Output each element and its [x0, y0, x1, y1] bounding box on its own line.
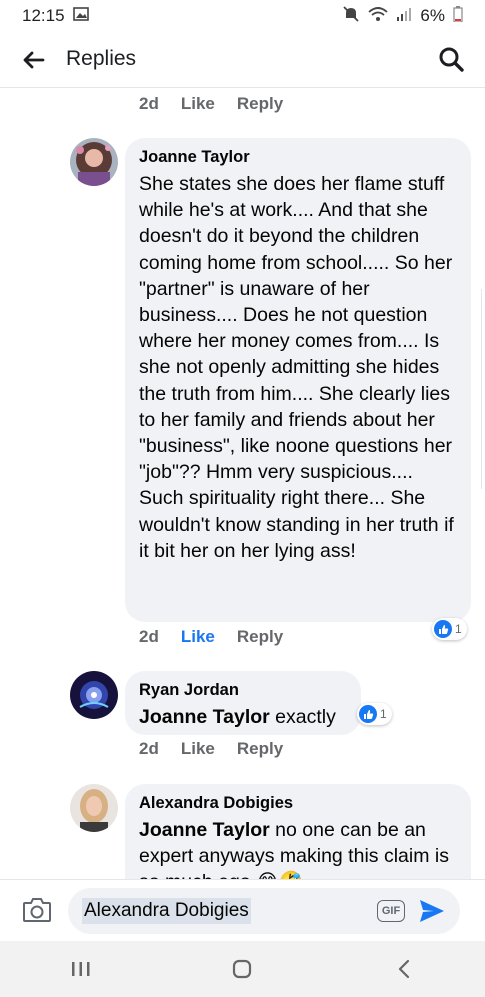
comment-text: Joanne Taylor exactly	[139, 704, 347, 730]
search-icon[interactable]	[437, 45, 465, 73]
header-bar: Replies	[0, 32, 485, 88]
camera-icon[interactable]	[22, 896, 52, 924]
comment-actions: 2d Like Reply	[139, 627, 305, 647]
signal-icon	[396, 6, 412, 26]
mention-link[interactable]: Joanne Taylor	[139, 819, 270, 841]
scrollbar[interactable]	[481, 289, 485, 489]
gif-button[interactable]: GIF	[377, 900, 405, 922]
battery-text: 6%	[420, 6, 445, 25]
comment-bubble: Alexandra Dobigies Joanne Taylor no one …	[125, 784, 471, 879]
reaction-badge[interactable]: 1	[432, 618, 467, 640]
comment-text-body: exactly	[269, 706, 336, 728]
avatar[interactable]	[70, 138, 118, 186]
comment-time: 2d	[139, 627, 159, 646]
mention-link[interactable]: Joanne Taylor	[139, 706, 270, 728]
mute-icon	[342, 5, 360, 28]
arrow-left-icon[interactable]	[22, 48, 46, 72]
send-icon[interactable]	[418, 898, 446, 924]
gallery-icon	[72, 6, 89, 26]
comment-author[interactable]: Alexandra Dobigies	[139, 794, 457, 813]
comment-text: She states she does her flame stuff whil…	[139, 173, 454, 562]
comment-author[interactable]: Joanne Taylor	[139, 148, 457, 167]
status-bar: 12:15 6%	[0, 0, 485, 32]
comment-time: 2d	[139, 94, 159, 113]
like-button[interactable]: Like	[181, 739, 215, 759]
page-title: Replies	[66, 47, 137, 70]
reaction-badge[interactable]: 1	[357, 703, 392, 725]
comment-text: Joanne Taylor no one can be an expert an…	[139, 817, 457, 879]
comment-bubble: Joanne Taylor She states she does her fl…	[125, 138, 471, 622]
battery-icon	[453, 5, 463, 27]
comment-input[interactable]: Alexandra Dobigies GIF	[68, 888, 460, 934]
status-time: 12:15	[22, 6, 65, 25]
reaction-count: 1	[380, 707, 387, 721]
system-nav-bar	[0, 941, 485, 997]
comment-author[interactable]: Ryan Jordan	[139, 681, 347, 700]
wifi-icon	[368, 6, 389, 27]
replies-thread: 2d Like Reply Joanne Taylor She states s…	[0, 89, 485, 879]
reply-button[interactable]: Reply	[237, 94, 283, 114]
reply-button[interactable]: Reply	[237, 739, 283, 759]
recents-icon[interactable]	[66, 954, 96, 984]
comment-input-value[interactable]: Alexandra Dobigies	[82, 898, 251, 924]
comment-time: 2d	[139, 739, 159, 758]
avatar[interactable]	[70, 671, 118, 719]
comment-actions: 2d Like Reply	[139, 94, 305, 114]
avatar[interactable]	[70, 784, 118, 832]
comment-actions: 2d Like Reply	[139, 739, 305, 759]
thumbs-up-icon	[434, 620, 452, 638]
home-icon[interactable]	[227, 954, 257, 984]
comment-composer: Alexandra Dobigies GIF	[0, 879, 485, 941]
like-button[interactable]: Like	[181, 94, 215, 114]
thumbs-up-icon	[359, 705, 377, 723]
reply-button[interactable]: Reply	[237, 627, 283, 647]
comment-bubble: Ryan Jordan Joanne Taylor exactly	[125, 671, 361, 735]
like-button[interactable]: Like	[181, 627, 215, 647]
back-icon[interactable]	[389, 954, 419, 984]
reaction-count: 1	[455, 622, 462, 636]
